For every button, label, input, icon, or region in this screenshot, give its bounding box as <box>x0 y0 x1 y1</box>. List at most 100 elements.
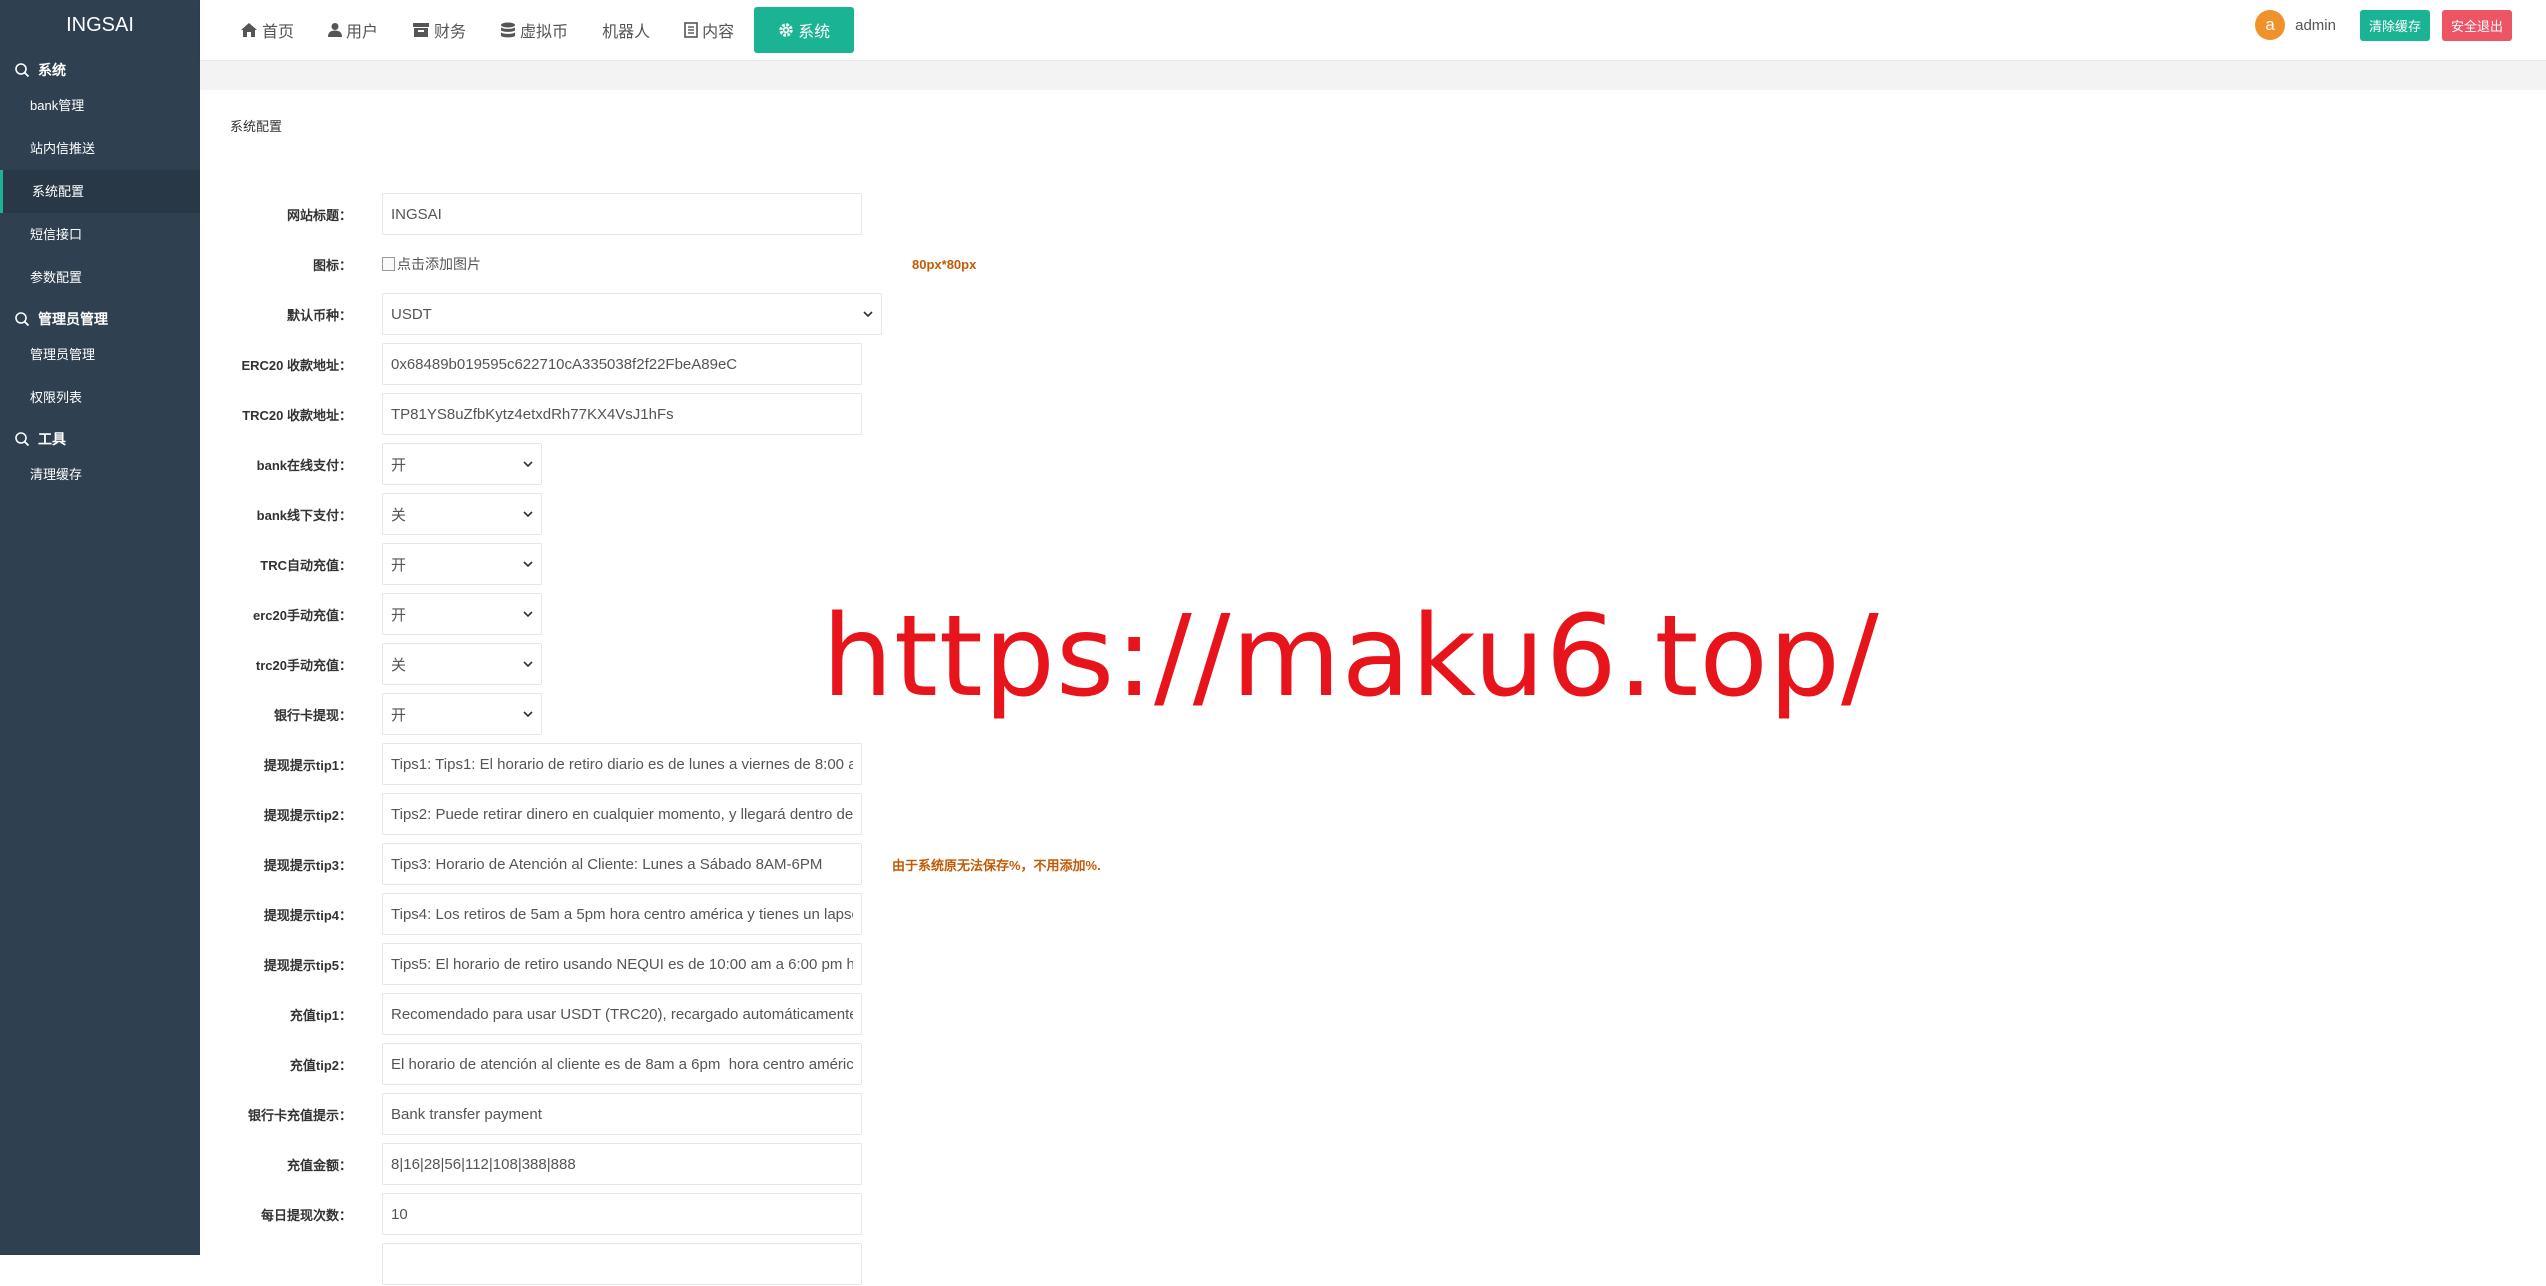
nav-label: 首页 <box>262 24 295 41</box>
select-value: 关 <box>391 656 407 674</box>
field-label: 提现提示tip3： <box>263 857 352 873</box>
trc-auto-select[interactable]: 开 <box>382 543 542 585</box>
nav-label: 内容 <box>702 24 735 41</box>
brand-logo: INGSAI <box>66 14 134 36</box>
site-title-input[interactable] <box>382 193 862 235</box>
withdraw-tip1-input[interactable] <box>382 743 862 785</box>
avatar[interactable]: a <box>2255 10 2286 40</box>
field-label: trc20手动充值： <box>255 657 352 673</box>
form-row-erc20-manual: erc20手动充值： 开 <box>200 592 542 636</box>
sidebar-item-params[interactable]: 参数配置 <box>0 256 200 299</box>
menu-group-system[interactable]: 系统 <box>0 56 200 84</box>
nav-label: 财务 <box>434 24 467 41</box>
sidebar-item-sms[interactable]: 短信接口 <box>0 213 200 256</box>
sidebar: INGSAI 系统 bank管理 站内信推送 系统配置 短信接口 参数配置 管理… <box>0 0 200 1255</box>
search-icon <box>14 310 32 328</box>
field-label: erc20手动充值： <box>253 607 352 623</box>
form-row-erc20: ERC20 收款地址： <box>200 342 862 386</box>
field-label: 图标： <box>312 257 352 273</box>
form-row-bank-online: bank在线支付： 开 <box>200 442 542 486</box>
field-label: bank线下支付： <box>256 507 352 523</box>
field-label: bank在线支付： <box>256 457 352 473</box>
nav-finance[interactable]: 财务 <box>398 7 480 53</box>
chevron-down-icon <box>523 461 533 467</box>
form-row-tip3: 提现提示tip3： 由于系统原无法保存%，不用添加%. <box>200 842 1101 886</box>
menu-group-admin[interactable]: 管理员管理 <box>0 305 200 333</box>
recharge-tip1-input[interactable] <box>382 993 862 1035</box>
field-label: 银行卡充值提示： <box>247 1107 352 1123</box>
user-area: a admin 清除缓存 安全退出 <box>2255 0 2512 50</box>
trc20-address-input[interactable] <box>382 393 862 435</box>
chevron-down-icon <box>523 611 533 617</box>
withdraw-tip3-input[interactable] <box>382 843 862 885</box>
sidebar-item-bank[interactable]: bank管理 <box>0 84 200 127</box>
withdraw-tip2-input[interactable] <box>382 793 862 835</box>
nav-label: 用户 <box>346 24 379 41</box>
withdraw-tip4-input[interactable] <box>382 893 862 935</box>
field-label: 默认币种： <box>286 307 352 323</box>
gear-icon <box>779 23 793 37</box>
select-value: 开 <box>391 456 407 474</box>
nav-content[interactable]: 内容 <box>670 7 748 53</box>
menu-group-label: 工具 <box>38 431 66 447</box>
logout-button[interactable]: 安全退出 <box>2441 9 2512 41</box>
form-row-recharge-tip2: 充值tip2： <box>200 1042 862 1086</box>
form-row-tip1: 提现提示tip1： <box>200 742 862 786</box>
sidebar-item-message-push[interactable]: 站内信推送 <box>0 127 200 170</box>
user-icon <box>328 23 343 37</box>
bank-offline-select[interactable]: 关 <box>382 493 542 535</box>
sidebar-item-permissions[interactable]: 权限列表 <box>0 376 200 419</box>
sidebar-item-admin-manage[interactable]: 管理员管理 <box>0 333 200 376</box>
chevron-down-icon <box>523 511 533 517</box>
withdraw-tip5-input[interactable] <box>382 943 862 985</box>
nav-crypto[interactable]: 虚拟币 <box>486 7 582 53</box>
recharge-amount-input[interactable] <box>382 1143 862 1185</box>
admin-name[interactable]: admin <box>2295 17 2336 34</box>
form-row-daily-withdraw: 每日提现次数： <box>200 1192 862 1236</box>
form-row-recharge-tip1: 充值tip1： <box>200 992 862 1036</box>
currency-select[interactable]: USDT <box>382 293 882 335</box>
erc20-manual-select[interactable]: 开 <box>382 593 542 635</box>
field-label: 银行卡提现： <box>273 707 352 723</box>
menu-group-label: 系统 <box>38 62 66 78</box>
form-row-bank-recharge-tip: 银行卡充值提示： <box>200 1092 862 1136</box>
daily-withdraw-input[interactable] <box>382 1193 862 1235</box>
icon-size-hint: 80px*80px <box>912 256 977 272</box>
broken-image-icon <box>382 257 395 271</box>
field-label: 充值tip1： <box>289 1007 352 1023</box>
form-row-icon: 图标： 点击添加图片 80px*80px <box>200 242 976 286</box>
recharge-tip2-input[interactable] <box>382 1043 862 1085</box>
field-label: 充值金额： <box>286 1157 352 1173</box>
nav-label: 机器人 <box>602 24 651 41</box>
nav-users[interactable]: 用户 <box>314 7 392 53</box>
nav-system[interactable]: 系统 <box>754 7 855 53</box>
chevron-down-icon <box>523 561 533 567</box>
field-label: 提现提示tip1： <box>263 757 352 773</box>
field-label: 提现提示tip2： <box>263 807 352 823</box>
field-label: TRC自动充值： <box>260 557 352 573</box>
select-value: USDT <box>391 305 432 323</box>
field-label: ERC20 收款地址： <box>241 357 352 373</box>
trc20-manual-select[interactable]: 关 <box>382 643 542 685</box>
chevron-down-icon <box>863 311 873 317</box>
bank-recharge-tip-input[interactable] <box>382 1093 862 1135</box>
field-label: 每日提现次数： <box>260 1207 352 1223</box>
form-row-trc20-manual: trc20手动充值： 关 <box>200 642 542 686</box>
icon-upload[interactable]: 点击添加图片 <box>382 254 882 274</box>
next-field-input[interactable] <box>382 1243 862 1285</box>
sidebar-item-clear-cache[interactable]: 清理缓存 <box>0 453 200 496</box>
watermark-text: https://maku6.top/ <box>822 592 1880 722</box>
menu-group-tools[interactable]: 工具 <box>0 425 200 453</box>
bank-online-select[interactable]: 开 <box>382 443 542 485</box>
select-value: 开 <box>391 706 407 724</box>
bank-withdraw-select[interactable]: 开 <box>382 693 542 735</box>
menu-group-label: 管理员管理 <box>38 311 108 327</box>
clear-cache-button[interactable]: 清除缓存 <box>2359 9 2430 41</box>
nav-robot[interactable]: 机器人 <box>588 7 664 53</box>
sidebar-item-system-config[interactable]: 系统配置 <box>0 170 200 213</box>
erc20-address-input[interactable] <box>382 343 862 385</box>
form-row-trc20: TRC20 收款地址： <box>200 392 862 436</box>
form-row-site-title: 网站标题： <box>200 192 862 236</box>
nav-home[interactable]: 首页 <box>226 7 308 53</box>
form-row-trc-auto: TRC自动充值： 开 <box>200 542 542 586</box>
